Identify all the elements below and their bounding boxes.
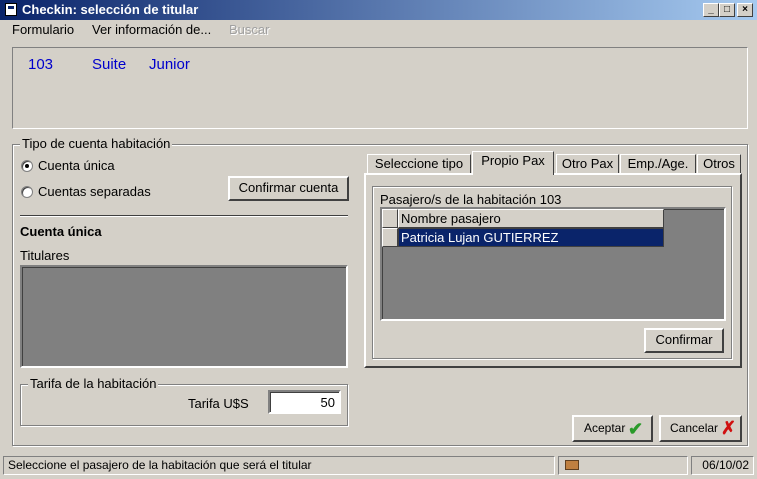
cancel-button[interactable]: Cancelar ✗: [659, 415, 742, 442]
menu-formulario[interactable]: Formulario: [12, 22, 74, 37]
minimize-button[interactable]: _: [703, 3, 719, 17]
room-type: Suite: [92, 56, 127, 73]
holders-list[interactable]: [20, 265, 348, 368]
passengers-grid: Nombre pasajero Patricia Lujan GUTIERREZ: [380, 207, 726, 321]
confirm-account-button[interactable]: Confirmar cuenta: [228, 176, 349, 201]
status-date: 06/10/02: [691, 456, 754, 475]
section-title: Cuenta única: [20, 224, 102, 239]
status-message: Seleccione el pasajero de la habitación …: [3, 456, 555, 475]
tab-emp-age[interactable]: Emp./Age.: [620, 154, 696, 174]
rate-label: Tarifa U$S: [188, 396, 249, 411]
passengers-label: Pasajero/s de la habitación 103: [380, 192, 562, 207]
radio-cuenta-unica[interactable]: [21, 160, 33, 172]
grid-corner: [382, 209, 398, 228]
keyboard-icon: [565, 460, 579, 470]
check-icon: ✔: [628, 419, 644, 439]
accept-button[interactable]: Aceptar ✔: [572, 415, 653, 442]
menu-buscar[interactable]: Buscar: [229, 22, 269, 37]
account-type-legend: Tipo de cuenta habitación: [20, 136, 173, 151]
tab-otros[interactable]: Otros: [697, 154, 741, 174]
rate-legend: Tarifa de la habitación: [28, 376, 159, 391]
holders-label: Titulares: [20, 248, 70, 263]
grid-row-selector[interactable]: [382, 228, 398, 247]
confirm-passenger-button[interactable]: Confirmar: [644, 328, 724, 353]
close-button[interactable]: ×: [737, 3, 753, 17]
room-number: 103: [28, 56, 54, 73]
radio-cuentas-separadas-label[interactable]: Cuentas separadas: [38, 184, 151, 199]
maximize-button[interactable]: □: [719, 3, 735, 17]
menu-bar: Formulario Ver información de... Buscar: [0, 20, 757, 40]
status-icon-panel: [558, 456, 688, 475]
cross-icon: ✗: [721, 418, 737, 438]
tab-propio-pax[interactable]: Propio Pax: [472, 151, 554, 175]
passenger-row[interactable]: Patricia Lujan GUTIERREZ: [398, 228, 664, 247]
accept-label: Aceptar: [584, 421, 626, 435]
rate-input[interactable]: 50: [268, 390, 341, 414]
menu-ver-informacion[interactable]: Ver información de...: [92, 22, 211, 37]
title-bar: Checkin: selección de titular _ □ ×: [0, 0, 757, 20]
separator: [20, 215, 348, 217]
app-icon: [5, 3, 17, 16]
radio-cuenta-unica-label[interactable]: Cuenta única: [38, 158, 115, 173]
cancel-label: Cancelar: [670, 421, 719, 435]
tab-seleccione-tipo[interactable]: Seleccione tipo: [367, 154, 471, 174]
grid-column-header[interactable]: Nombre pasajero: [398, 209, 664, 228]
tab-otro-pax[interactable]: Otro Pax: [556, 154, 619, 174]
room-header-panel: 103 Suite Junior: [12, 47, 748, 129]
room-category: Junior: [149, 56, 190, 73]
window-title: Checkin: selección de titular: [22, 2, 199, 17]
radio-cuentas-separadas[interactable]: [21, 186, 33, 198]
